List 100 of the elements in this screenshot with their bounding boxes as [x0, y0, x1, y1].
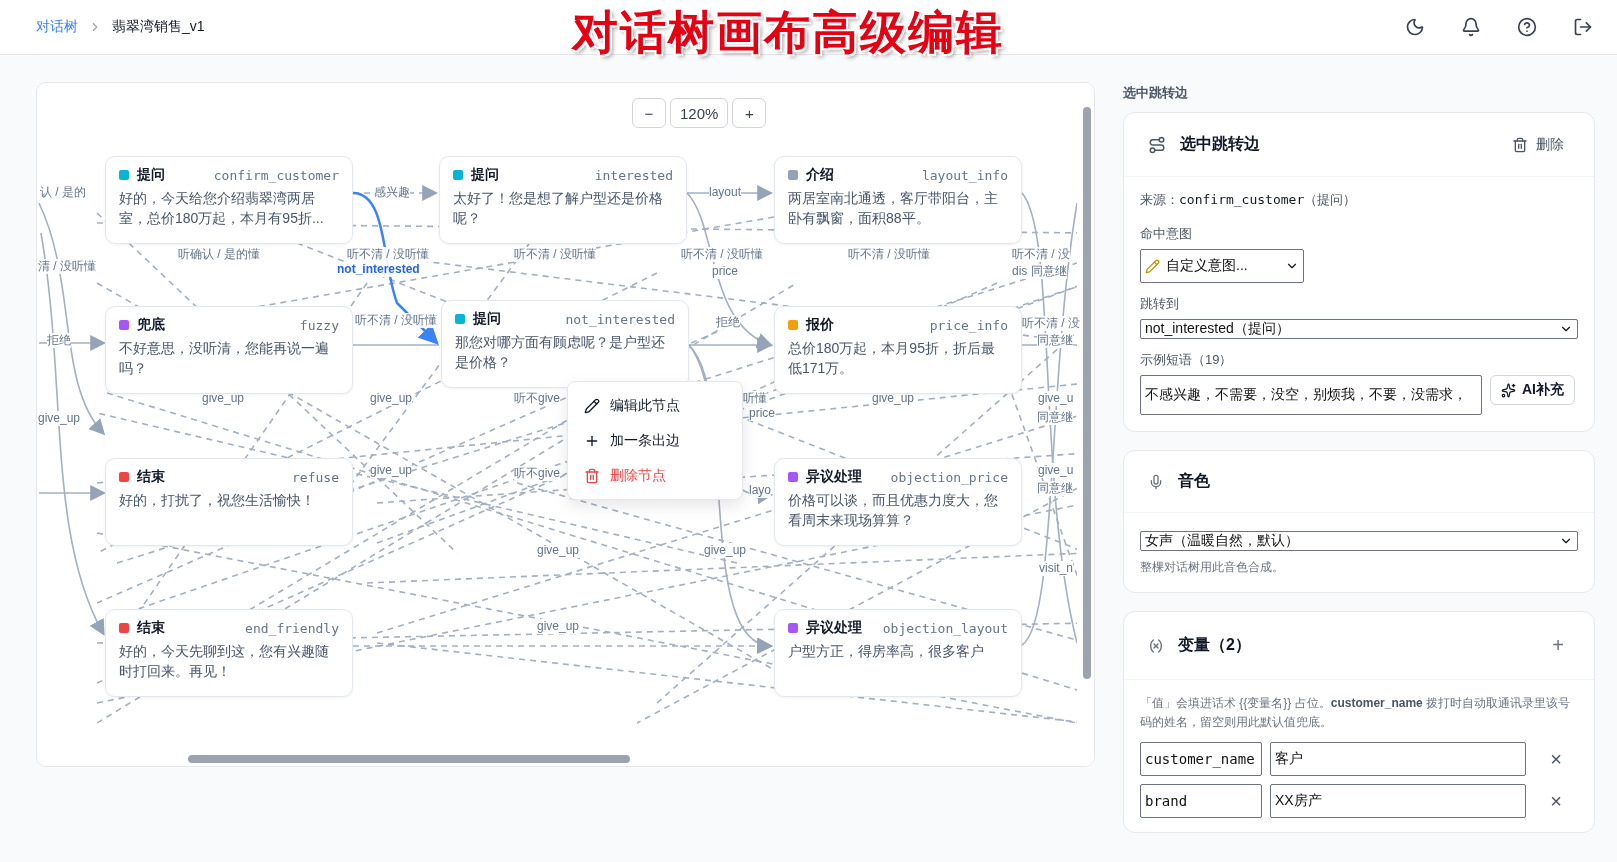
node-text: 好的，打扰了，祝您生活愉快！ — [119, 491, 316, 510]
node-card[interactable]: 结束 end_friendly 好的，今天先聊到这，您有兴趣随时打回来。再见！ — [105, 609, 353, 697]
node-text: 好的，今天给您介绍翡翠湾两居室，总价180万起，本月有95折... — [119, 189, 325, 228]
edge-label[interactable]: 听不清 / 没听懂 — [514, 247, 596, 262]
intent-select[interactable]: 自定义意图... — [1140, 249, 1304, 283]
remove-button[interactable]: × — [1534, 788, 1578, 814]
edge-label[interactable]: 认 / 是的 — [40, 185, 86, 200]
edge-label[interactable]: 同意继 — [1037, 481, 1073, 496]
edge-label[interactable]: not_interested — [337, 262, 420, 277]
node-card[interactable]: 报价 price_info 总价180万起，本月95折，折后最低171万。 — [774, 306, 1022, 394]
node-type: 结束 — [137, 619, 165, 637]
edge-label[interactable]: 拒绝 — [716, 315, 740, 330]
delete-button[interactable]: 删除 — [1506, 134, 1570, 155]
edge-label[interactable]: 听不give — [514, 391, 560, 406]
edge-label[interactable]: 听不清 / 没听懂 — [848, 247, 930, 262]
ai-fill-button[interactable]: AI补充 — [1490, 375, 1575, 405]
card-title: 变量（2） — [1178, 635, 1251, 655]
node-card[interactable]: 兜底 fuzzy 不好意思，没听清，您能再说一遍吗？ — [105, 306, 353, 394]
voice-select[interactable]: 女声（温暖自然，默认） — [1140, 531, 1578, 551]
edge-label[interactable]: give_up — [704, 543, 747, 558]
zoom-in-button[interactable]: + — [732, 98, 767, 128]
help-icon[interactable] — [1517, 17, 1537, 37]
edge-label[interactable]: 同意继 — [1037, 333, 1073, 348]
node-type: 介绍 — [806, 166, 834, 184]
edge-label[interactable]: layout — [709, 185, 742, 200]
edge-label[interactable]: 清 / 没听懂 — [38, 259, 96, 274]
edge-label[interactable]: give_up — [537, 619, 580, 634]
edge-label[interactable]: layo — [749, 483, 771, 498]
edge-label[interactable]: give_up — [537, 543, 580, 558]
zoom-out-button[interactable]: − — [632, 98, 666, 128]
edge-label[interactable]: 听不清 / 没 — [1022, 316, 1080, 331]
menu-item[interactable]: 编辑此节点 — [568, 388, 742, 423]
breadcrumb-current: 翡翠湾销售_v1 — [112, 18, 205, 36]
edge-label[interactable]: give_up — [370, 463, 413, 478]
node-type: 兜底 — [137, 316, 165, 334]
node-id: interested — [594, 167, 673, 183]
edge-label[interactable]: price — [712, 264, 738, 279]
edge-label[interactable]: 听不清 / 没听懂 — [347, 247, 429, 262]
logout-icon[interactable] — [1573, 17, 1593, 37]
edge-label[interactable]: 听不give — [514, 466, 560, 481]
edge-label[interactable]: 听不清 / 没听懂 — [681, 247, 763, 262]
node-card[interactable]: 提问 confirm_customer 好的，今天给您介绍翡翠湾两居室，总价180万起，本月有95折... — [105, 156, 353, 244]
variable-icon — [1148, 637, 1164, 654]
edge-label[interactable]: give_u — [1038, 463, 1074, 478]
node-type: 提问 — [137, 166, 165, 184]
node-id: objection_layout — [882, 620, 1008, 636]
node-text: 太好了！您是想了解户型还是价格呢？ — [453, 189, 664, 228]
node-id: confirm_customer — [213, 167, 339, 183]
edge-label[interactable]: give_up — [38, 411, 81, 426]
pencil-icon — [1145, 258, 1160, 274]
node-id: refuse — [292, 469, 339, 485]
field-label: 示例短语（19） — [1140, 351, 1234, 369]
edge-label[interactable]: 听不清 / 没 — [1012, 247, 1070, 262]
edge-label[interactable]: 感兴趣 — [374, 185, 410, 200]
edge-label[interactable]: dis 同意继 — [1012, 264, 1067, 279]
node-text: 那您对哪方面有顾虑呢？是户型还是价格？ — [455, 333, 666, 372]
edge-label[interactable]: give_up — [370, 391, 413, 406]
edge-label[interactable]: price — [749, 406, 775, 421]
breadcrumb-link[interactable]: 对话树 — [36, 18, 78, 36]
node-card[interactable]: 提问 interested 太好了！您是想了解户型还是价格呢？ — [439, 156, 687, 244]
node-card[interactable]: 异议处理 objection_price 价格可以谈，而且优惠力度大，您看周末来现场算算？ — [774, 458, 1022, 546]
node-id: not_interested — [565, 311, 675, 327]
phrases-field[interactable]: 不感兴趣，不需要，没空，别烦我，不要，没需求， — [1140, 375, 1482, 415]
node-id: objection_price — [890, 469, 1008, 485]
node-text: 总价180万起，本月95折，折后最低171万。 — [788, 339, 996, 378]
node-card[interactable]: 结束 refuse 好的，打扰了，祝您生活愉快！ — [105, 458, 353, 546]
sparkles-icon — [1501, 382, 1516, 398]
edge-label[interactable]: give_u — [1038, 391, 1074, 406]
bell-icon[interactable] — [1461, 17, 1481, 37]
node-id: fuzzy — [299, 317, 339, 333]
edge-label[interactable]: 听懂 — [743, 391, 767, 406]
variable-value-field[interactable]: XX房产 — [1270, 784, 1526, 818]
node-type: 报价 — [806, 316, 834, 334]
node-card[interactable]: 介绍 layout_info 两居室南北通透，客厅带阳台，主卧有飘窗，面积88平。 — [774, 156, 1022, 244]
banner-title: 对话树画布高级编辑 — [572, 6, 1004, 60]
variable-value-field[interactable]: 客户 — [1270, 742, 1526, 776]
node-type: 结束 — [137, 468, 165, 486]
node-card[interactable]: 提问 not_interested 那您对哪方面有顾虑呢？是户型还是价格？ — [441, 300, 689, 388]
node-type: 异议处理 — [806, 468, 862, 486]
card-title: 音色 — [1178, 471, 1210, 491]
edge-label[interactable]: 听不清 / 没听懂 — [355, 313, 437, 328]
edge-label[interactable]: 听确认 / 是的懂 — [178, 247, 260, 262]
trash-icon — [584, 467, 600, 484]
variable-name-field[interactable]: customer_name — [1140, 742, 1262, 776]
menu-item[interactable]: 删除节点 — [568, 458, 742, 493]
menu-item[interactable]: 加一条出边 — [568, 423, 742, 458]
route-icon — [1148, 135, 1166, 154]
moon-icon[interactable] — [1405, 17, 1425, 37]
edge-label[interactable]: 同意继 — [1037, 410, 1073, 425]
node-card[interactable]: 异议处理 objection_layout 户型方正，得房率高，很多客户 — [774, 609, 1022, 697]
edge-label[interactable]: visit_n — [1039, 561, 1073, 576]
edge-label[interactable]: 拒绝 — [47, 333, 71, 348]
variable-name-field[interactable]: brand — [1140, 784, 1262, 818]
zoom-level: 120% — [670, 98, 729, 128]
add-variable-button[interactable]: + — [1546, 633, 1570, 658]
node-id: end_friendly — [245, 620, 339, 636]
node-text: 好的，今天先聊到这，您有兴趣随时打回来。再见！ — [119, 642, 330, 681]
target-select[interactable]: not_interested（提问） — [1140, 319, 1578, 339]
remove-button[interactable]: × — [1534, 746, 1578, 772]
node-type: 异议处理 — [806, 619, 862, 637]
